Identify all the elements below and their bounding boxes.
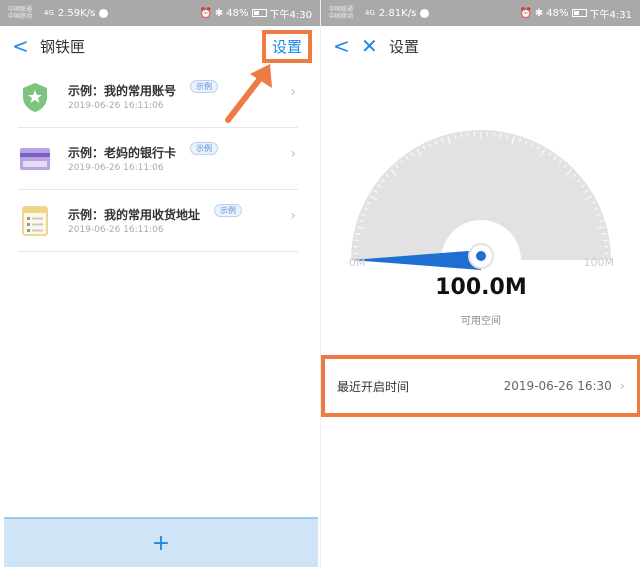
network-type: 4G	[44, 9, 54, 17]
vault-list-screen: 中国联通 中国移动 4G 2.59K/s ⏰ ✱ 48% 下午4:30 < 钢铁…	[0, 0, 320, 567]
gauge-tick	[603, 240, 607, 241]
gauge-tick	[500, 134, 501, 138]
status-bar: 中国联通 中国移动 4G 2.59K/s ⏰ ✱ 48% 下午4:30	[0, 0, 320, 26]
carrier-2: 中国移动	[329, 13, 359, 20]
plus-icon: +	[152, 531, 170, 556]
carrier-labels: 中国联通 中国移动	[8, 6, 38, 20]
last-opened-label: 最近开启时间	[337, 378, 409, 395]
chevron-right-icon: ›	[290, 146, 296, 162]
clock: 下午4:31	[590, 6, 632, 21]
sample-badge: 示例	[190, 80, 218, 93]
carrier-1: 中国联通	[329, 6, 359, 13]
gauge-max-label: 100M	[584, 256, 615, 269]
bluetooth-icon: ✱	[215, 8, 223, 19]
close-icon[interactable]: ✕	[361, 34, 383, 58]
carrier-1: 中国联通	[8, 6, 38, 13]
gauge-hub-dot	[476, 251, 486, 261]
alarm-icon: ⏰	[519, 8, 531, 19]
bank-card-icon	[18, 142, 52, 176]
last-opened-value: 2019-06-26 16:30	[504, 379, 612, 393]
battery-icon	[252, 9, 267, 17]
bluetooth-icon: ✱	[535, 8, 543, 19]
list-item[interactable]: 示例：我的常用收货地址 2019-06-26 16:11:06 示例 ›	[18, 190, 298, 252]
chevron-left-icon[interactable]: <	[333, 34, 355, 58]
item-title: 示例：我的常用收货地址	[68, 206, 200, 223]
chevron-right-icon: ›	[290, 84, 296, 100]
vault-item-list: 示例：我的常用账号 2019-06-26 16:11:06 示例 › 示例：老妈…	[18, 66, 320, 252]
chevron-left-icon[interactable]: <	[12, 34, 34, 58]
carrier-labels: 中国联通 中国移动	[329, 6, 359, 20]
list-item[interactable]: 示例：老妈的银行卡 2019-06-26 16:11:06 示例 ›	[18, 128, 298, 190]
battery-percent: 48%	[226, 8, 248, 19]
message-icon	[420, 9, 429, 18]
item-date: 2019-06-26 16:11:06	[68, 163, 176, 173]
app-header: < ✕ 设置	[321, 26, 640, 66]
sample-badge: 示例	[214, 204, 242, 217]
available-space-label: 可用空间	[321, 312, 640, 327]
last-opened-row[interactable]: 最近开启时间 2019-06-26 16:30 ›	[321, 355, 640, 417]
page-title: 钢铁匣	[40, 36, 85, 57]
item-title: 示例：老妈的银行卡	[68, 144, 176, 161]
message-icon	[99, 9, 108, 18]
battery-percent: 48%	[546, 8, 568, 19]
list-item[interactable]: 示例：我的常用账号 2019-06-26 16:11:06 示例 ›	[18, 66, 298, 128]
storage-gauge	[321, 120, 640, 270]
chevron-right-icon: ›	[290, 208, 296, 224]
battery-icon	[572, 9, 587, 17]
sample-badge: 示例	[190, 142, 218, 155]
chevron-right-icon: ›	[620, 379, 625, 394]
alarm-icon: ⏰	[199, 8, 211, 19]
shield-star-icon	[18, 80, 52, 114]
item-date: 2019-06-26 16:11:06	[68, 225, 200, 235]
carrier-2: 中国移动	[8, 13, 38, 20]
settings-button[interactable]: 设置	[262, 30, 312, 63]
gauge-min-label: 0M	[349, 256, 366, 269]
clock: 下午4:30	[270, 6, 312, 21]
settings-screen: 中国联通 中国移动 4G 2.81K/s ⏰ ✱ 48% 下午4:31 < ✕ …	[320, 0, 640, 567]
network-type: 4G	[365, 9, 375, 17]
gauge-tick	[461, 134, 462, 138]
item-title: 示例：我的常用账号	[68, 82, 176, 99]
status-bar: 中国联通 中国移动 4G 2.81K/s ⏰ ✱ 48% 下午4:31	[321, 0, 640, 26]
available-space-value: 100.0M	[321, 275, 640, 300]
item-date: 2019-06-26 16:11:06	[68, 101, 176, 111]
network-speed: 2.81K/s	[379, 8, 416, 19]
page-title: 设置	[389, 36, 419, 57]
add-item-button[interactable]: +	[4, 517, 318, 567]
address-note-icon	[18, 204, 52, 238]
gauge-tick	[355, 240, 359, 241]
network-speed: 2.59K/s	[58, 8, 95, 19]
